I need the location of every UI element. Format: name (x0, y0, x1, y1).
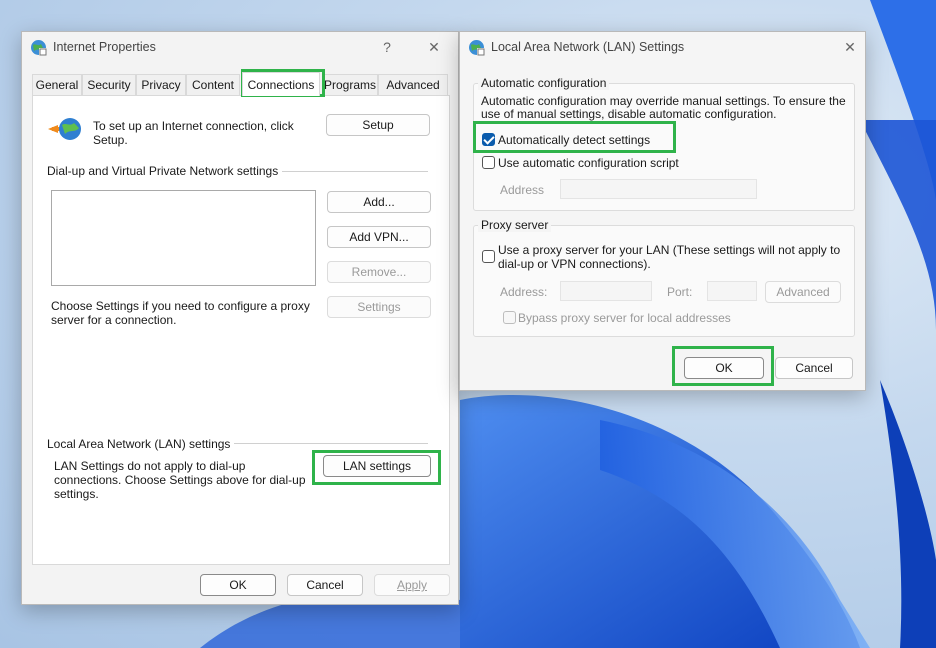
auto-script-checkbox[interactable] (482, 156, 495, 169)
tab-connections[interactable]: Connections (242, 72, 320, 96)
setup-button[interactable]: Setup (326, 114, 430, 136)
lan-settings-button[interactable]: LAN settings (323, 455, 431, 477)
settings-button[interactable]: Settings (327, 296, 431, 318)
proxy-address-input[interactable] (560, 281, 652, 301)
bypass-local-label[interactable]: Bypass proxy server for local addresses (518, 311, 731, 325)
auto-script-label[interactable]: Use automatic configuration script (498, 156, 679, 170)
remove-button[interactable]: Remove... (327, 261, 431, 283)
tab-privacy[interactable]: Privacy (136, 74, 186, 95)
proxy-port-input[interactable] (707, 281, 757, 301)
proxy-settings-hint: Choose Settings if you need to configure… (51, 299, 310, 327)
help-icon[interactable]: ? (377, 38, 397, 56)
close-icon[interactable]: ✕ (424, 38, 444, 56)
cancel-button[interactable]: Cancel (287, 574, 363, 596)
title-bar: Internet Properties ? ✕ (22, 32, 458, 62)
auto-config-description: Automatic configuration may override man… (481, 94, 846, 121)
proxy-address-label: Address: (500, 285, 548, 299)
lan-divider (230, 443, 428, 444)
tab-programs[interactable]: Programs (322, 74, 378, 95)
auto-detect-checkbox[interactable] (482, 133, 495, 146)
internet-properties-window: Internet Properties ? ✕ General Security… (21, 31, 459, 605)
connection-wizard-icon (48, 118, 81, 140)
proxy-server-group-label: Proxy server (478, 218, 552, 232)
dialup-group-label: Dial-up and Virtual Private Network sett… (47, 164, 283, 178)
add-vpn-button[interactable]: Add VPN... (327, 226, 431, 248)
bypass-local-checkbox[interactable] (503, 311, 516, 324)
internet-globe-icon (469, 40, 485, 56)
ok-button[interactable]: OK (200, 574, 276, 596)
tab-content[interactable]: Content (186, 74, 240, 95)
lan-settings-dialog: Local Area Network (LAN) Settings ✕ Auto… (459, 31, 866, 391)
proxy-port-label: Port: (667, 285, 693, 299)
advanced-button[interactable]: Advanced (765, 281, 841, 303)
auto-config-group-label: Automatic configuration (478, 76, 610, 90)
tab-security[interactable]: Security (82, 74, 136, 95)
use-proxy-checkbox[interactable] (482, 250, 495, 263)
window-title: Internet Properties (53, 40, 156, 54)
lan-cancel-button[interactable]: Cancel (775, 357, 853, 379)
dialup-divider (276, 171, 428, 172)
use-proxy-label[interactable]: Use a proxy server for your LAN (These s… (498, 243, 843, 271)
lan-hint: LAN Settings do not apply to dial-up con… (54, 459, 306, 501)
script-address-label: Address (500, 183, 545, 197)
auto-detect-label[interactable]: Automatically detect settings (498, 133, 650, 147)
lan-ok-button[interactable]: OK (684, 357, 764, 379)
script-address-input[interactable] (560, 179, 757, 199)
lan-title-bar: Local Area Network (LAN) Settings ✕ (460, 32, 865, 62)
internet-globe-icon (31, 40, 47, 56)
lan-group-label: Local Area Network (LAN) settings (47, 437, 235, 451)
tab-advanced[interactable]: Advanced (378, 74, 448, 95)
connections-list[interactable] (51, 190, 316, 286)
setup-description: To set up an Internet connection, click … (93, 119, 294, 147)
add-button[interactable]: Add... (327, 191, 431, 213)
close-icon[interactable]: ✕ (840, 38, 860, 56)
lan-window-title: Local Area Network (LAN) Settings (491, 40, 685, 54)
apply-button[interactable]: Apply (374, 574, 450, 596)
tab-general[interactable]: General (32, 74, 82, 95)
